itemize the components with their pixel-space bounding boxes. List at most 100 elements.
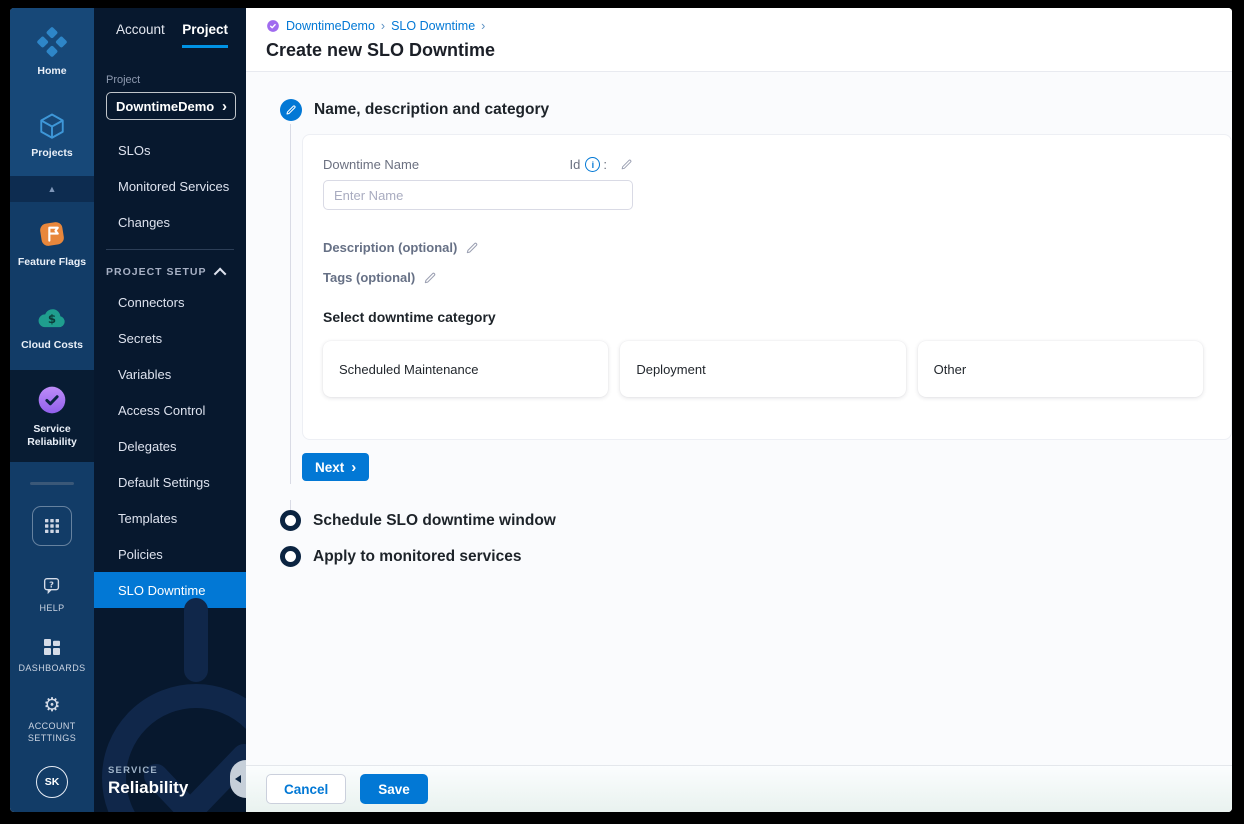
rail-item-projects[interactable]: Projects: [10, 96, 94, 176]
sidebar-item-connectors[interactable]: Connectors: [94, 284, 246, 320]
project-selector[interactable]: DowntimeDemo ›: [106, 92, 236, 120]
step-1-label: Name, description and category: [314, 101, 550, 118]
action-footer: Cancel Save: [246, 765, 1232, 812]
page-title: Create new SLO Downtime: [266, 40, 496, 60]
sidebar-item-variables[interactable]: Variables: [94, 356, 246, 392]
projects-cube-icon: [37, 111, 67, 141]
sidebar-item-access-control[interactable]: Access Control: [94, 392, 246, 428]
help-chat-icon: ?: [41, 575, 63, 597]
rail-item-service-reliability[interactable]: Service Reliability: [10, 370, 94, 462]
save-button[interactable]: Save: [360, 774, 428, 804]
sidebar-item-templates[interactable]: Templates: [94, 500, 246, 536]
info-icon[interactable]: i: [585, 157, 601, 172]
category-card-scheduled-maintenance[interactable]: Scheduled Maintenance: [323, 341, 609, 397]
sidebar-item-monitored-services[interactable]: Monitored Services: [94, 168, 246, 204]
step-2-circle[interactable]: [280, 510, 301, 531]
rail-item-home[interactable]: Home: [10, 8, 94, 96]
step-3-header[interactable]: Apply to monitored services: [280, 546, 1232, 567]
chevron-right-icon: ›: [351, 458, 357, 476]
gear-icon: ⚙: [43, 694, 61, 716]
edit-id-pencil-icon[interactable]: [620, 158, 633, 171]
chevron-right-icon: ›: [380, 19, 386, 33]
edit-tags-pencil-icon: [423, 271, 437, 285]
project-setup-section-header[interactable]: PROJECT SETUP: [94, 258, 246, 284]
module-footer-kicker: SERVICE: [108, 765, 158, 776]
category-card-deployment[interactable]: Deployment: [620, 341, 906, 397]
id-group: Id i :: [570, 157, 633, 172]
rail-projects-label: Projects: [31, 147, 73, 160]
rail-account-settings-label: ACCOUNT SETTINGS: [27, 720, 77, 743]
id-colon: :: [603, 157, 607, 172]
breadcrumb: DowntimeDemo › SLO Downtime ›: [266, 19, 1212, 33]
dashboards-icon: [42, 637, 62, 657]
name-description-card: Downtime Name Id i : Descriptio: [302, 134, 1232, 440]
chevron-up-icon: [213, 267, 227, 280]
tab-account[interactable]: Account: [116, 22, 165, 48]
step-2-header[interactable]: Schedule SLO downtime window: [280, 510, 1232, 531]
rail-scroll-up[interactable]: ▲: [10, 176, 94, 202]
step-1-header: Name, description and category: [280, 99, 1232, 121]
sidebar-nav: SLOs Monitored Services Changes PROJECT …: [94, 132, 246, 608]
step-3-label: Apply to monitored services: [313, 547, 522, 565]
sidebar-item-default-settings[interactable]: Default Settings: [94, 464, 246, 500]
app-window: Home Projects ▲ Feature Flags $ Cloud Co…: [10, 8, 1232, 812]
chevron-right-icon: ›: [481, 19, 486, 33]
step-1-edit-icon[interactable]: [280, 99, 302, 121]
rail-item-cloud-costs[interactable]: $ Cloud Costs: [10, 286, 94, 370]
rail-item-feature-flags[interactable]: Feature Flags: [10, 202, 94, 286]
triangle-up-icon: ▲: [47, 184, 57, 194]
step-3-circle[interactable]: [280, 546, 301, 567]
rail-feature-flags-label: Feature Flags: [17, 256, 87, 269]
rail-home-label: Home: [37, 65, 67, 78]
sidebar-divider: [106, 249, 234, 250]
step-2-label: Schedule SLO downtime window: [313, 511, 556, 529]
cancel-button[interactable]: Cancel: [266, 774, 347, 804]
edit-description-pencil-icon: [465, 241, 479, 255]
module-rail: Home Projects ▲ Feature Flags $ Cloud Co…: [10, 8, 94, 812]
srm-module-icon: [266, 19, 280, 33]
rail-item-help[interactable]: ? HELP: [39, 575, 64, 614]
sidebar-item-slo-downtime[interactable]: SLO Downtime: [94, 572, 246, 608]
rail-dashboards-label: DASHBOARDS: [18, 662, 86, 673]
user-avatar[interactable]: SK: [36, 766, 68, 798]
service-reliability-icon: [35, 383, 69, 417]
sidebar-item-changes[interactable]: Changes: [94, 204, 246, 240]
rail-item-account-settings[interactable]: ⚙ ACCOUNT SETTINGS: [23, 696, 81, 744]
breadcrumb-slo-downtime[interactable]: SLO Downtime: [391, 19, 475, 33]
sidebar-collapse-handle[interactable]: [230, 760, 246, 798]
category-card-other[interactable]: Other: [917, 341, 1203, 397]
svg-text:$: $: [48, 313, 56, 327]
tab-project[interactable]: Project: [182, 22, 228, 48]
cloud-costs-icon: $: [35, 303, 69, 333]
project-selector-label: Project: [106, 74, 141, 86]
chevron-right-icon: ›: [222, 97, 227, 115]
sidebar-item-policies[interactable]: Policies: [94, 536, 246, 572]
downtime-name-input[interactable]: [323, 180, 633, 210]
breadcrumb-project[interactable]: DowntimeDemo: [286, 19, 375, 33]
id-label: Id: [569, 157, 581, 172]
sidebar-item-secrets[interactable]: Secrets: [94, 320, 246, 356]
module-picker-button[interactable]: [32, 506, 72, 546]
wizard-body: Name, description and category Downtime …: [246, 72, 1232, 765]
project-setup-label: PROJECT SETUP: [106, 266, 207, 278]
description-toggle[interactable]: Description (optional): [323, 240, 1207, 255]
tags-label: Tags (optional): [323, 270, 416, 285]
description-label: Description (optional): [323, 240, 458, 255]
sidebar-item-slos[interactable]: SLOs: [94, 132, 246, 168]
scope-tabs: Account Project: [94, 8, 246, 48]
svg-text:?: ?: [49, 580, 54, 590]
module-footer: SERVICE Reliability: [108, 765, 188, 798]
rail-divider: [10, 462, 94, 504]
main-content: DowntimeDemo › SLO Downtime › Create new…: [246, 8, 1232, 812]
sidebar-item-delegates[interactable]: Delegates: [94, 428, 246, 464]
project-sidebar: Account Project Project DowntimeDemo › S…: [94, 8, 246, 812]
tags-toggle[interactable]: Tags (optional): [323, 270, 1207, 285]
rail-help-label: HELP: [39, 603, 65, 614]
next-button[interactable]: Next ›: [302, 453, 370, 481]
downtime-name-label: Downtime Name: [323, 157, 420, 172]
rail-service-reliability-label: Service Reliability: [27, 422, 77, 448]
collapse-arrow-icon: [235, 775, 241, 783]
rail-item-dashboards[interactable]: DASHBOARDS: [18, 637, 85, 674]
rail-cloud-costs-label: Cloud Costs: [21, 339, 83, 352]
category-options: Scheduled Maintenance Deployment Other: [323, 341, 1207, 397]
